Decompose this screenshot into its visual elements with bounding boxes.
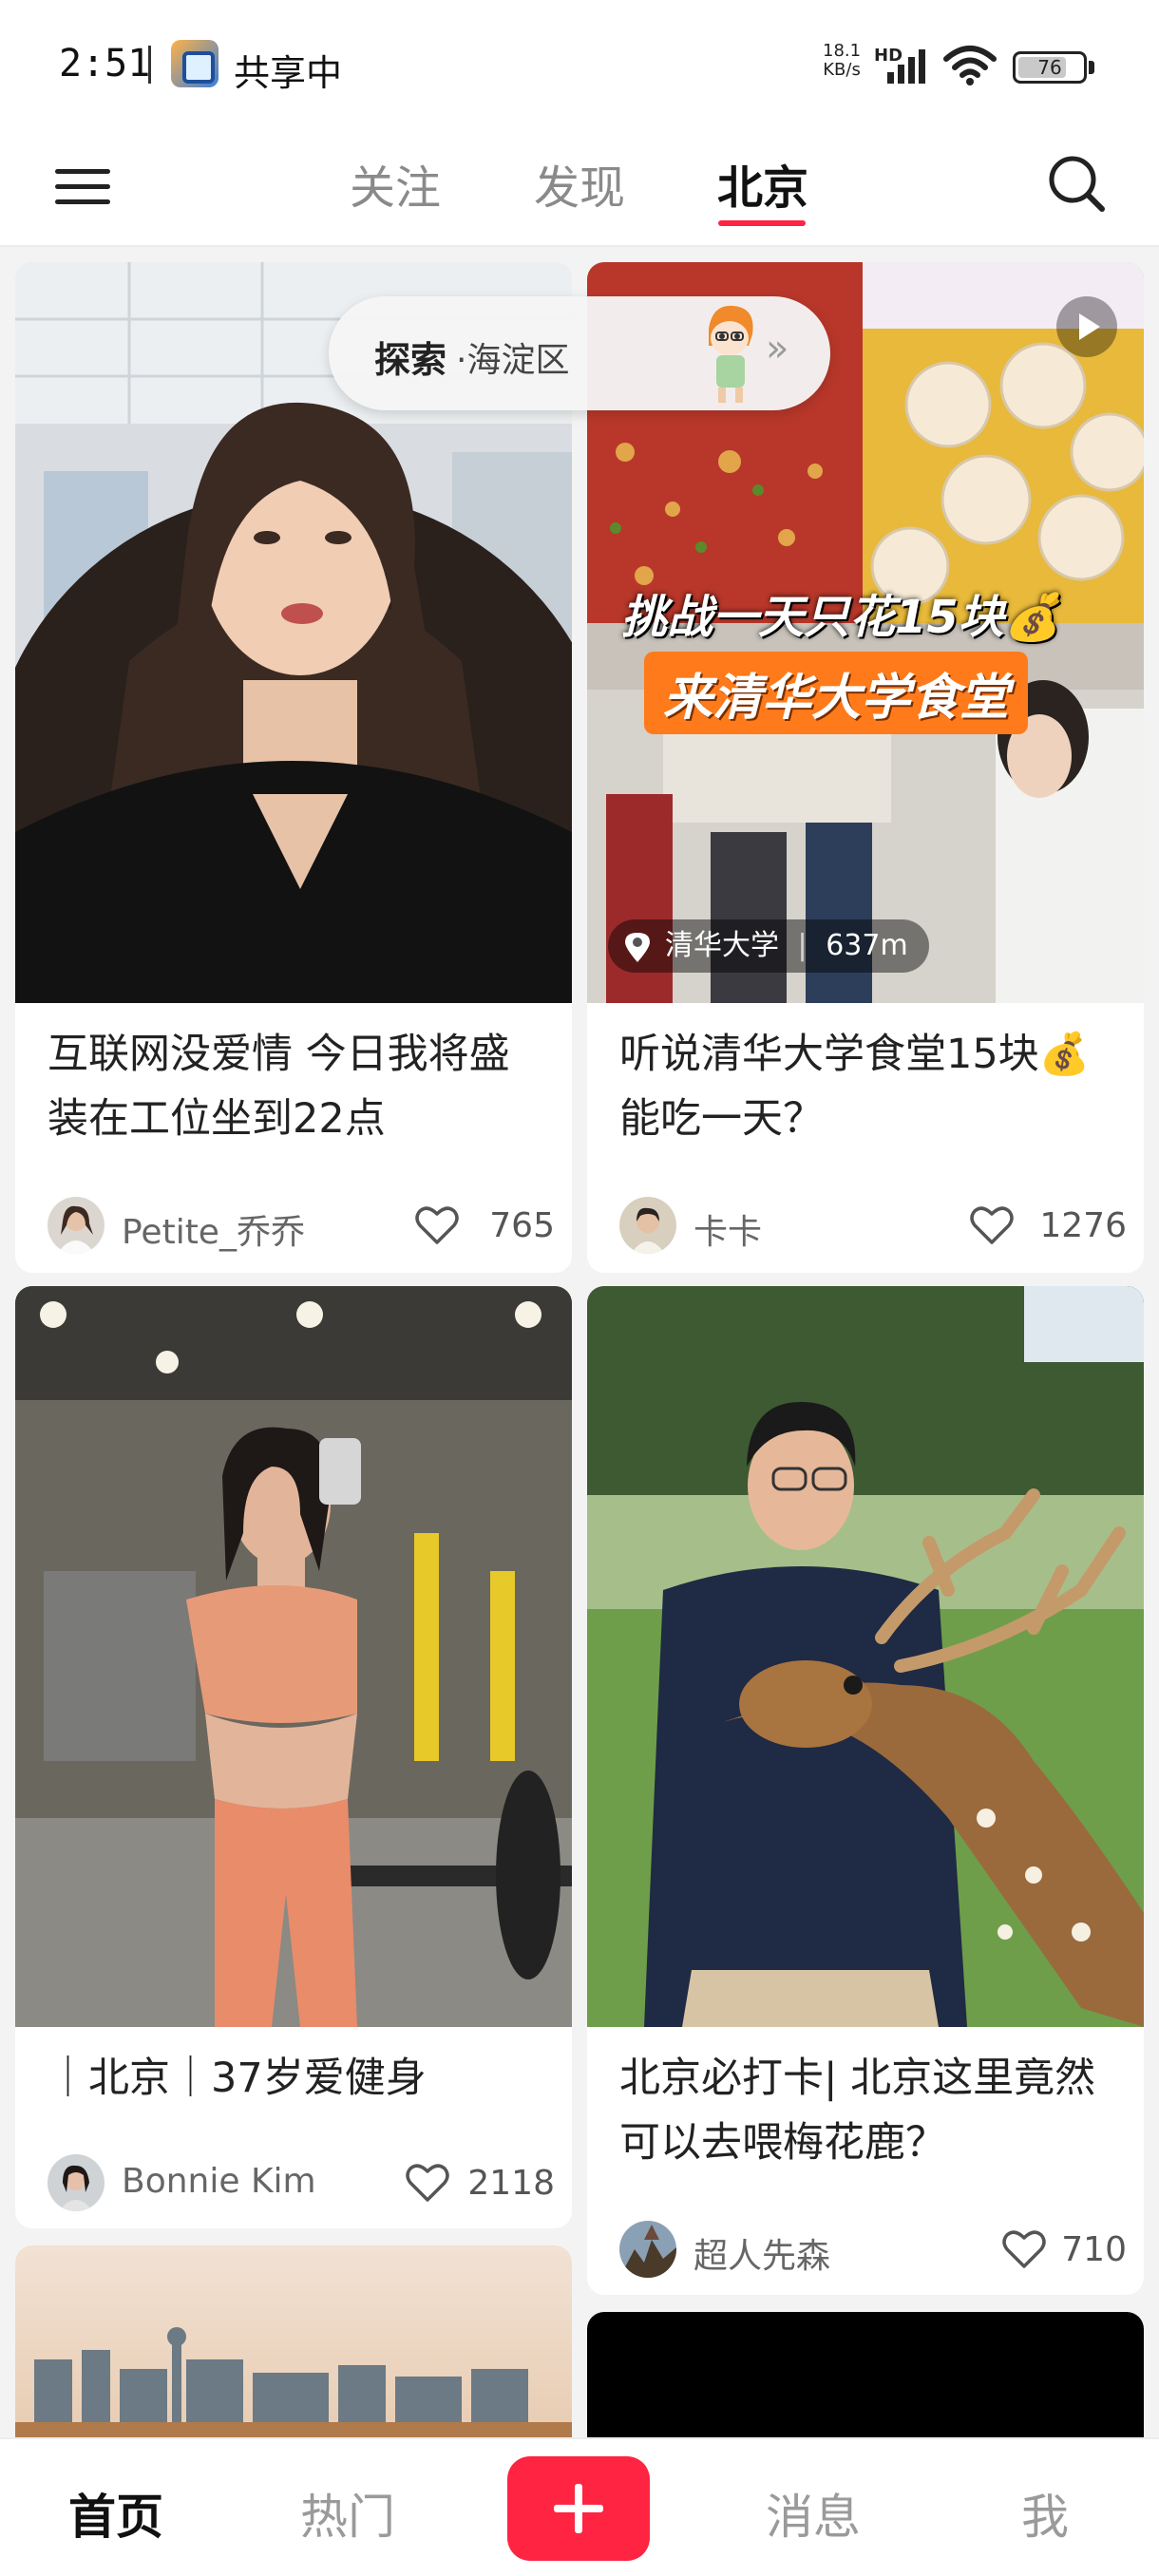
explore-district: ·海淀区 (456, 341, 570, 380)
status-separator (148, 46, 151, 84)
location-name: 清华大学 (665, 929, 779, 962)
post-photo (15, 2245, 572, 2437)
author-name[interactable]: Bonnie Kim (122, 2162, 316, 2201)
card-author: Petite_乔乔 765 (48, 1195, 555, 1256)
battery-tip (1089, 61, 1094, 74)
location-divider: | (797, 929, 808, 962)
avatar[interactable] (48, 2154, 104, 2211)
location-tag[interactable]: 清华大学 | 637m (608, 919, 929, 973)
like-count: 2118 (467, 2164, 555, 2203)
card-title[interactable]: 北京必打卡| 北京这里竟然可以去喂梅花鹿？ (619, 2046, 1113, 2175)
status-bar: 2:51 共享中 18.1 KB/s HD 76 (0, 0, 1159, 133)
card-image[interactable] (15, 1286, 572, 2027)
post-photo (587, 1286, 1144, 2027)
search-icon[interactable] (1045, 152, 1108, 215)
signal-icon (887, 49, 925, 84)
location-pin-icon (625, 933, 650, 962)
network-speed-value: 18.1 (823, 41, 862, 61)
active-tab-indicator (718, 220, 806, 226)
avatar[interactable] (48, 1197, 104, 1254)
battery-level: 76 (1037, 56, 1062, 79)
nav-home[interactable]: 首页 (40, 2479, 192, 2548)
like-count: 710 (1061, 2230, 1127, 2269)
like-count: 1276 (1039, 1206, 1127, 1245)
video-headline: 挑战一天只花15块💰 (621, 591, 1061, 644)
heart-icon (970, 1206, 1014, 1244)
card-title[interactable]: 听说清华大学食堂15块💰能吃一天？ (619, 1022, 1113, 1151)
menu-icon[interactable] (55, 161, 112, 211)
author-name[interactable]: Petite_乔乔 (122, 1204, 305, 1254)
avatar[interactable] (619, 1197, 676, 1254)
feed-card[interactable]: ｜北京｜37岁爱健身 Bonnie Kim 2118 (15, 1286, 572, 2228)
tab-discover[interactable]: 发现 (513, 150, 646, 217)
feed-card[interactable] (15, 2245, 572, 2437)
wifi-icon (943, 46, 997, 85)
feed-card[interactable]: 挑战一天只花15块💰 来清华大学食堂 清华大学 | 637m 听说清华大学食堂1… (587, 262, 1144, 1273)
heart-icon (406, 2164, 449, 2202)
battery-icon: 76 (1013, 51, 1087, 84)
feed-card[interactable]: 互联网没爱情 今日我将盛装在工位坐到22点 Petite_乔乔 765 (15, 262, 572, 1273)
feed-card[interactable]: 北京必打卡| 北京这里竟然可以去喂梅花鹿？ 超人先森 710 (587, 1286, 1144, 2295)
heart-icon (415, 1206, 459, 1244)
author-name[interactable]: 卡卡 (694, 1204, 762, 1254)
feed: 互联网没爱情 今日我将盛装在工位坐到22点 Petite_乔乔 765 挑战一天… (0, 249, 1159, 2437)
card-author: Bonnie Kim 2118 (48, 2152, 555, 2213)
network-speed: 18.1 KB/s (823, 42, 861, 80)
avatar[interactable] (619, 2221, 676, 2278)
tab-beijing[interactable]: 北京 (696, 150, 829, 217)
tab-follow[interactable]: 关注 (329, 150, 462, 217)
card-author: 卡卡 1276 (619, 1195, 1127, 1256)
explore-label: 探索 (374, 339, 447, 381)
status-time: 2:51 (59, 42, 151, 85)
heart-icon (1002, 2230, 1046, 2268)
like-count: 765 (489, 1206, 555, 1245)
explore-location-banner[interactable]: 探索 ·海淀区 » (329, 296, 830, 410)
card-author: 超人先森 710 (619, 2219, 1127, 2280)
chevron-right-icon: » (766, 327, 789, 370)
bottom-navigation: 首页 热门 消息 我 (0, 2437, 1159, 2576)
card-title[interactable]: 互联网没爱情 今日我将盛装在工位坐到22点 (48, 1022, 542, 1151)
card-title[interactable]: ｜北京｜37岁爱健身 (48, 2046, 542, 2111)
video-headline-secondary: 来清华大学食堂 (644, 652, 1029, 734)
nav-messages[interactable]: 消息 (737, 2479, 889, 2548)
author-name[interactable]: 超人先森 (694, 2228, 830, 2278)
create-post-button[interactable] (507, 2456, 650, 2561)
location-distance: 637m (826, 929, 908, 962)
feed-card[interactable] (587, 2312, 1144, 2437)
network-speed-unit: KB/s (823, 60, 861, 80)
card-image[interactable] (587, 1286, 1144, 2027)
nav-me[interactable]: 我 (969, 2479, 1121, 2548)
top-navigation: 关注 发现 北京 (0, 133, 1159, 247)
nav-hot[interactable]: 热门 (272, 2479, 424, 2548)
sharing-app-icon (171, 40, 218, 87)
mascot-icon (709, 305, 753, 403)
post-photo (15, 1286, 572, 2027)
sharing-status: 共享中 (234, 52, 343, 94)
plus-icon (554, 2484, 603, 2533)
video-play-icon (1056, 296, 1117, 357)
